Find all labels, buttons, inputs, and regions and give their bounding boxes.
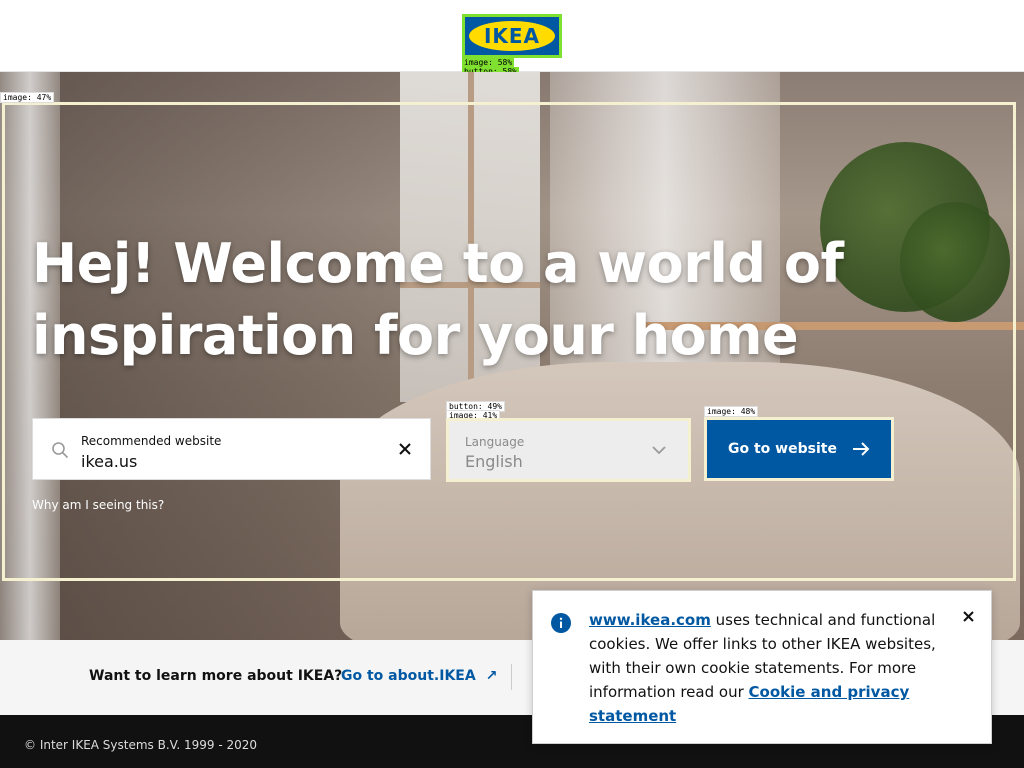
learn-more-question: Want to learn more about IKEA?: [89, 668, 343, 684]
logo-detection-tag: image: 58%: [462, 58, 515, 67]
ikea-logo-button[interactable]: IKEA: [462, 14, 562, 58]
cookie-notice: www.ikea.com uses technical and function…: [532, 590, 992, 744]
about-ikea-link[interactable]: Go to about.IKEA ↗: [341, 668, 497, 684]
logo-oval: IKEA: [469, 21, 555, 51]
headline-line: Hej! Welcome to a world of: [32, 232, 844, 295]
language-select[interactable]: Language English: [446, 418, 691, 482]
hero-headline: Hej! Welcome to a world of inspiration f…: [32, 228, 852, 372]
why-am-i-seeing-this-link[interactable]: Why am I seeing this?: [32, 498, 164, 512]
close-icon: [399, 443, 411, 455]
logo-text: IKEA: [483, 24, 541, 48]
chevron-down-icon: [652, 446, 666, 455]
ikea-com-link[interactable]: www.ikea.com: [589, 611, 711, 629]
about-ikea-link-label: Go to about.IKEA: [341, 668, 476, 684]
go-to-website-label: Go to website: [728, 441, 837, 457]
divider: [511, 664, 512, 690]
recommended-website-label: Recommended website: [81, 434, 222, 448]
plant: [900, 202, 1010, 322]
go-to-website-button[interactable]: Go to website: [704, 417, 894, 481]
info-icon: [551, 613, 571, 633]
cookie-message: www.ikea.com uses technical and function…: [589, 608, 949, 728]
copyright-text: © Inter IKEA Systems B.V. 1999 - 2020: [24, 738, 257, 752]
recommended-website-value[interactable]: ikea.us: [81, 452, 137, 471]
arrow-right-icon: [852, 442, 870, 456]
close-icon: [962, 610, 974, 622]
go-button-detection-tag: image: 48%: [704, 406, 759, 417]
search-icon: [52, 442, 69, 459]
language-label: Language: [465, 435, 525, 449]
site-header: IKEA image: 58% button: 58%: [0, 0, 1024, 76]
cookie-close-button[interactable]: [959, 607, 977, 625]
headline-line: inspiration for your home: [32, 304, 799, 367]
clear-button[interactable]: [395, 439, 415, 459]
hero-detection-tag: image: 47%: [0, 92, 55, 103]
external-arrow-icon: ↗: [485, 668, 498, 684]
recommended-website-field[interactable]: Recommended website ikea.us: [32, 418, 431, 480]
language-value: English: [465, 452, 523, 471]
